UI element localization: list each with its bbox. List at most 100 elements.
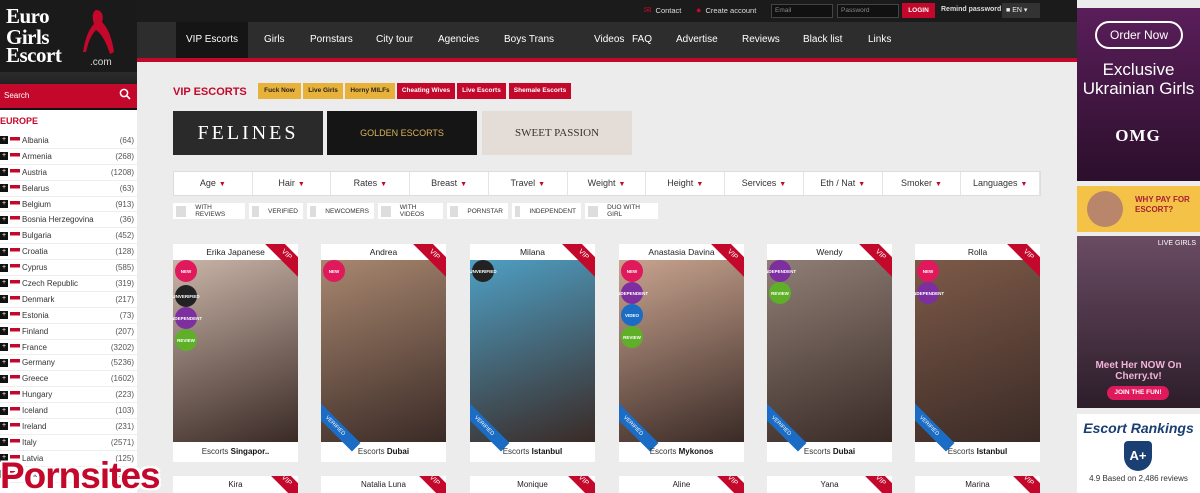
expand-plus-icon[interactable]: +	[0, 279, 8, 288]
expand-plus-icon[interactable]: +	[0, 358, 8, 367]
checkbox-box[interactable]	[176, 205, 187, 217]
profile-card[interactable]: Monique VIP	[470, 476, 595, 493]
country-row[interactable]: + Hungary (223)	[0, 387, 137, 404]
contact-link[interactable]: ✉ Contact	[644, 5, 681, 16]
expand-plus-icon[interactable]: +	[0, 247, 8, 256]
expand-plus-icon[interactable]: +	[0, 311, 8, 320]
country-row[interactable]: + France (3202)	[0, 340, 137, 356]
expand-plus-icon[interactable]: +	[0, 136, 8, 145]
country-row[interactable]: + Albania (64)	[0, 133, 137, 149]
country-row[interactable]: + Greece (1602)	[0, 371, 137, 388]
expand-plus-icon[interactable]: +	[0, 263, 8, 272]
profile-card[interactable]: Yana VIP	[767, 476, 892, 493]
nav-item[interactable]: VIP Escorts	[176, 22, 249, 58]
checkbox-box[interactable]	[310, 205, 317, 217]
expand-plus-icon[interactable]: +	[0, 152, 8, 161]
checkbox-box[interactable]	[515, 205, 521, 217]
filter-dropdown[interactable]: Languages ▼	[961, 172, 1041, 195]
country-row[interactable]: + Iceland (103)	[0, 403, 137, 420]
expand-plus-icon[interactable]: +	[0, 422, 8, 431]
profile-card[interactable]: Wendy INDEPENDENT REVIEW VERIFIED VIP Escorts…	[767, 244, 892, 462]
email-input[interactable]: Email	[771, 4, 833, 18]
expand-plus-icon[interactable]: +	[0, 327, 8, 336]
expand-plus-icon[interactable]: +	[0, 374, 8, 383]
expand-plus-icon[interactable]: +	[0, 168, 8, 177]
filter-dropdown[interactable]: Breast ▼	[410, 172, 489, 195]
country-row[interactable]: + Czech Republic (319)	[0, 276, 137, 292]
ad-why-pay[interactable]: WHY PAY FOR ESCORT?	[1077, 186, 1200, 232]
filter-dropdown[interactable]: Hair ▼	[253, 172, 332, 195]
checkbox-box[interactable]	[588, 205, 599, 217]
profile-location[interactable]: Escorts Mykonos	[619, 442, 744, 462]
profile-photo[interactable]	[470, 260, 595, 442]
country-row[interactable]: + Bulgaria (452)	[0, 228, 137, 245]
expand-plus-icon[interactable]: +	[0, 343, 8, 352]
nav-item[interactable]: City tour	[366, 22, 423, 58]
nav-item[interactable]: Agencies	[428, 22, 489, 58]
expand-plus-icon[interactable]: +	[0, 231, 8, 240]
profile-card[interactable]: Kira VIP	[173, 476, 298, 493]
password-input[interactable]: Password	[837, 4, 899, 18]
ad-escort-rankings[interactable]: Escort Rankings A+ 4.9 Based on 2,486 re…	[1077, 414, 1200, 493]
search-box[interactable]: Search	[0, 84, 137, 108]
banner-sweet-passion[interactable]: SWEET PASSION	[482, 111, 632, 155]
create-account-link[interactable]: ● Create account	[696, 5, 756, 15]
filter-checkbox[interactable]: INDEPENDENT	[512, 203, 581, 219]
country-row[interactable]: + Cyprus (585)	[0, 260, 137, 277]
nav-item[interactable]: Links	[858, 22, 901, 58]
banner-felines[interactable]: FELINES	[173, 111, 323, 155]
filter-checkbox[interactable]: VERIFIED	[249, 203, 303, 219]
filter-dropdown[interactable]: Age ▼	[174, 172, 253, 195]
expand-plus-icon[interactable]: +	[0, 184, 8, 193]
quick-tag[interactable]: Live Escorts	[457, 83, 506, 99]
country-row[interactable]: + Armenia (268)	[0, 149, 137, 165]
country-row[interactable]: + Finland (207)	[0, 324, 137, 340]
filter-checkbox[interactable]: WITH REVIEWS	[173, 203, 245, 219]
profile-location[interactable]: Escorts Dubai	[767, 442, 892, 462]
country-row[interactable]: + Italy (2571)	[0, 435, 137, 451]
nav-item[interactable]: Girls	[254, 22, 295, 58]
ad-cherry-tv[interactable]: LIVE GIRLS Meet Her NOW On Cherry.tv! JO…	[1077, 236, 1200, 408]
quick-tag[interactable]: Live Girls	[303, 83, 343, 99]
country-row[interactable]: + Denmark (217)	[0, 292, 137, 308]
quick-tag[interactable]: Shemale Escorts	[509, 83, 571, 99]
login-button[interactable]: LOGIN	[902, 3, 935, 18]
search-input[interactable]: Search	[4, 91, 29, 100]
search-icon[interactable]	[119, 88, 131, 102]
filter-dropdown[interactable]: Weight ▼	[568, 172, 647, 195]
profile-card[interactable]: Andrea NEW VERIFIED VIP Escorts Dubai	[321, 244, 446, 462]
country-row[interactable]: + Austria (1208)	[0, 165, 137, 181]
profile-location[interactable]: Escorts Istanbul	[470, 442, 595, 462]
expand-plus-icon[interactable]: +	[0, 295, 8, 304]
nav-item[interactable]: Boys Trans	[494, 22, 564, 58]
profile-card[interactable]: Erika Japanese NEW UNVERIFIED INDEPENDENT RE…	[173, 244, 298, 462]
profile-location[interactable]: Escorts Dubai	[321, 442, 446, 462]
profile-location[interactable]: Escorts Singapor..	[173, 442, 298, 462]
profile-card[interactable]: Marina VIP	[915, 476, 1040, 493]
profile-location[interactable]: Escorts Istanbul	[915, 442, 1040, 462]
filter-checkbox[interactable]: DUO WITH GIRL	[585, 203, 658, 219]
nav-item[interactable]: Reviews	[732, 22, 790, 58]
country-row[interactable]: + Croatia (128)	[0, 244, 137, 261]
expand-plus-icon[interactable]: +	[0, 215, 8, 224]
filter-dropdown[interactable]: Eth / Nat ▼	[804, 172, 883, 195]
country-row[interactable]: + Belgium (913)	[0, 197, 137, 213]
banner-golden-escorts[interactable]: GOLDEN ESCORTS	[327, 111, 477, 155]
filter-checkbox[interactable]: NEWCOMERS	[307, 203, 374, 219]
checkbox-box[interactable]	[450, 205, 459, 217]
profile-card[interactable]: Milana UNVERIFIED VERIFIED VIP Escorts Istan…	[470, 244, 595, 462]
country-row[interactable]: + Belarus (63)	[0, 181, 137, 197]
remind-password-link[interactable]: Remind password	[941, 6, 1001, 13]
filter-dropdown[interactable]: Height ▼	[646, 172, 726, 195]
filter-dropdown[interactable]: Travel ▼	[489, 172, 568, 195]
expand-plus-icon[interactable]: +	[0, 438, 8, 447]
profile-card[interactable]: Anastasia Davina NEW INDEPENDENT VIDEO REVIE…	[619, 244, 744, 462]
quick-tag[interactable]: Fuck Now	[258, 83, 301, 99]
nav-item[interactable]: Pornstars	[300, 22, 363, 58]
profile-card[interactable]: Rolla NEW INDEPENDENT VERIFIED VIP Escorts Is…	[915, 244, 1040, 462]
profile-photo[interactable]	[321, 260, 446, 442]
nav-item[interactable]: Advertise	[666, 22, 728, 58]
checkbox-box[interactable]	[381, 205, 391, 217]
join-fun-button[interactable]: JOIN THE FUN!	[1107, 386, 1169, 400]
order-now-button[interactable]: Order Now	[1095, 21, 1183, 49]
